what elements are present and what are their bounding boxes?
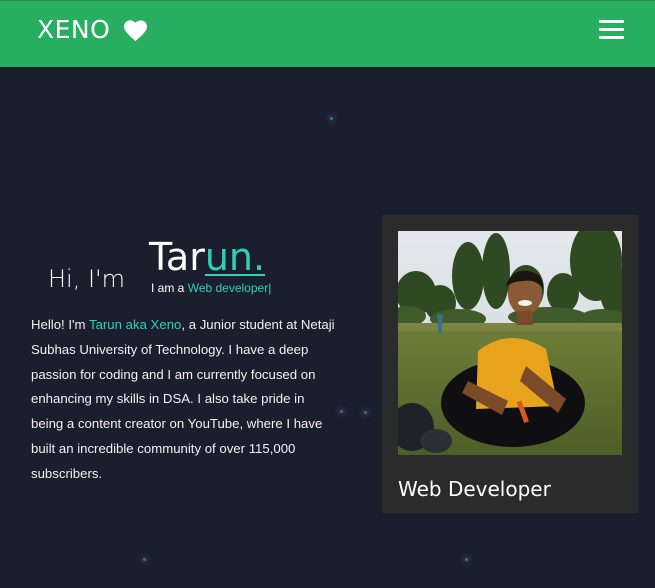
role-value: Web developer (187, 281, 269, 295)
background-particle (330, 117, 333, 120)
hamburger-menu-icon[interactable] (599, 20, 624, 40)
background-particle (143, 558, 146, 561)
brand-name[interactable]: XENO (37, 15, 110, 44)
hero-name-part2: un. (204, 235, 266, 279)
menu-bar-middle (599, 28, 624, 31)
heart-icon (124, 19, 148, 41)
bio-paragraph: Hello! I'm Tarun aka Xeno, a Junior stud… (31, 313, 336, 487)
profile-card: Web Developer (382, 215, 638, 513)
menu-bar-bottom (599, 36, 624, 39)
hero-name-part1: Tar (149, 235, 205, 279)
typing-cursor: | (268, 281, 272, 295)
role-prefix: I am a (151, 281, 185, 295)
profile-photo-illustration (398, 231, 622, 455)
background-particle (340, 410, 343, 413)
bio-name-highlight: Tarun aka Xeno (88, 317, 182, 332)
hero-name: Tarun. (149, 235, 265, 279)
greeting-text: Hi, I'm (48, 265, 126, 293)
background-particle (364, 411, 367, 414)
background-particle (465, 558, 468, 561)
bio-text-rest: , a Junior student at Netaji Subhas Univ… (31, 317, 335, 481)
profile-photo (398, 231, 622, 455)
navbar: XENO (0, 0, 655, 67)
menu-bar-top (599, 20, 624, 23)
profile-card-caption: Web Developer (398, 477, 551, 501)
typing-role-line: I am a Web developer| (151, 281, 271, 295)
bio-text-start: Hello! I'm (31, 317, 86, 332)
brand-logo[interactable]: XENO (37, 15, 149, 44)
